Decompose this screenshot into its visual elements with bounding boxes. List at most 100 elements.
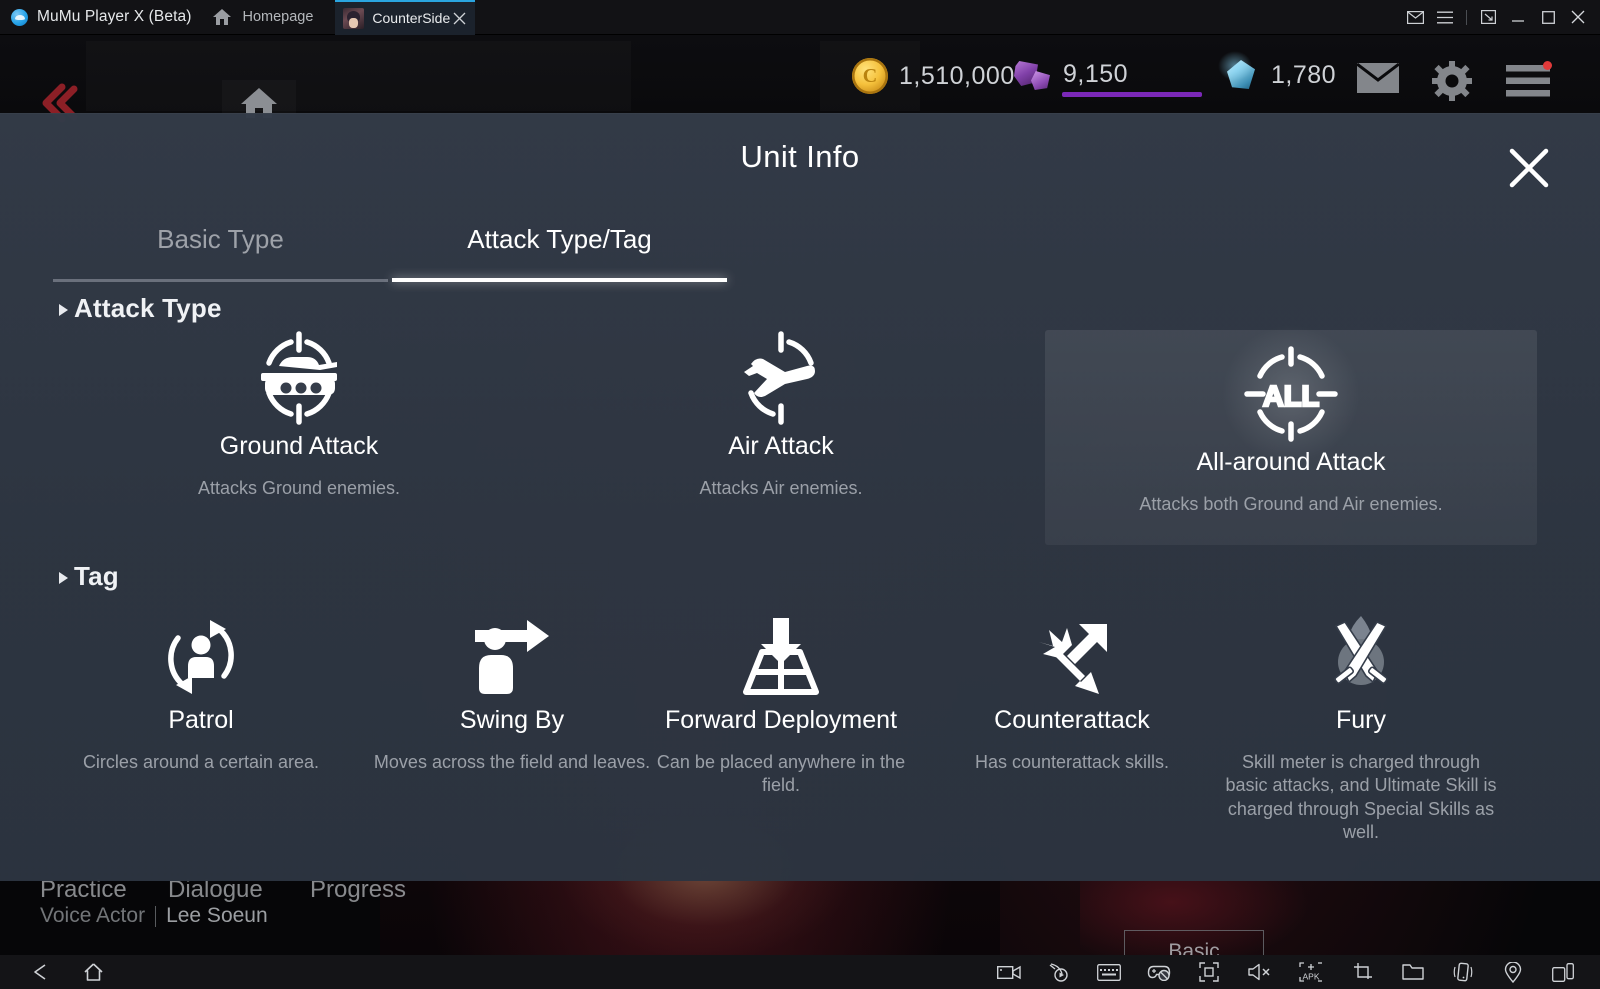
restore-window-icon[interactable] <box>1473 2 1503 32</box>
divider <box>155 905 157 927</box>
card-description: Attacks Air enemies. <box>699 478 863 498</box>
divider <box>1466 9 1467 25</box>
card-fury[interactable]: Fury Skill meter is charged through basi… <box>1225 614 1497 845</box>
nav-back-icon[interactable] <box>28 959 54 985</box>
card-swing-by[interactable]: Swing By Moves across the field and leav… <box>372 614 652 774</box>
caret-right-icon <box>59 304 68 316</box>
tab-attack-type-tag[interactable]: Attack Type/Tag <box>392 224 727 282</box>
voice-actor-label: Voice Actor <box>40 904 146 927</box>
tank-crosshair-icon <box>249 330 349 426</box>
tab-label: Basic Type <box>157 224 284 254</box>
card-forward-deployment[interactable]: Forward Deployment Can be placed anywher… <box>640 614 922 798</box>
notification-badge <box>1543 61 1552 70</box>
resource-ore[interactable]: 9,150 <box>1012 57 1128 91</box>
card-title: Counterattack <box>994 706 1150 734</box>
topbar-panel-left <box>86 41 631 111</box>
record-video-icon[interactable] <box>996 959 1022 985</box>
basic-button[interactable]: Basic <box>1124 930 1264 955</box>
card-air-attack[interactable]: Air Attack Attacks Air enemies. <box>642 330 920 500</box>
blue-gem-icon <box>1218 51 1260 93</box>
window-controls <box>1400 2 1600 32</box>
card-ground-attack[interactable]: Ground Attack Attacks Ground enemies. <box>160 330 438 500</box>
emulator-bottom-toolbar: APK <box>0 955 1600 989</box>
close-icon[interactable] <box>450 10 469 27</box>
card-description: Attacks both Ground and Air enemies. <box>1139 494 1443 514</box>
tab-label: CounterSide <box>372 10 451 26</box>
tab-label: Attack Type/Tag <box>467 224 652 254</box>
card-title: Patrol <box>168 706 234 734</box>
svg-text:APK: APK <box>1302 972 1319 982</box>
mail-icon[interactable] <box>1400 2 1430 32</box>
resource-gold[interactable]: 1,510,000 <box>852 58 1015 94</box>
card-description: Has counterattack skills. <box>974 752 1170 772</box>
game-viewport: Practice Dialogue Progress Voice Actor L… <box>0 35 1600 955</box>
all-crosshair-icon: ALL <box>1216 319 1366 469</box>
location-icon[interactable] <box>1500 959 1526 985</box>
shake-device-icon[interactable] <box>1450 959 1476 985</box>
ore-amount: 9,150 <box>1063 59 1129 88</box>
mute-icon[interactable] <box>1246 959 1272 985</box>
maximize-window-icon[interactable] <box>1533 2 1563 32</box>
section-title: Tag <box>74 561 119 591</box>
nav-home-icon[interactable] <box>80 959 106 985</box>
multi-instance-icon[interactable] <box>1550 959 1576 985</box>
crossed-arrows-impact-icon <box>1029 614 1115 700</box>
svg-text:ALL: ALL <box>1263 381 1319 413</box>
voice-actor-info: Voice Actor Lee Soeun <box>40 904 268 928</box>
fullscreen-icon[interactable] <box>1196 959 1222 985</box>
card-description: Skill meter is charged through basic att… <box>1225 752 1497 843</box>
resource-quartz[interactable]: 1,780 <box>1218 51 1337 93</box>
install-apk-icon[interactable]: APK <box>1296 959 1326 985</box>
mailbox-icon[interactable] <box>1357 63 1399 93</box>
page-title: Unit Info <box>740 139 860 174</box>
card-description: Moves across the field and leaves. <box>373 752 651 772</box>
emulator-titlebar: MuMu Player X (Beta) Homepage CounterSid… <box>0 0 1600 35</box>
card-patrol[interactable]: Patrol Circles around a certain area. <box>81 614 321 774</box>
app-thumbnail <box>343 7 365 29</box>
minimize-window-icon[interactable] <box>1503 2 1533 32</box>
app-root: MuMu Player X (Beta) Homepage CounterSid… <box>0 0 1600 989</box>
gold-amount: 1,510,000 <box>899 61 1015 90</box>
tab-underline <box>53 279 388 282</box>
tab-underline <box>392 278 727 282</box>
macro-record-icon[interactable] <box>1046 959 1072 985</box>
card-all-around-attack[interactable]: ALL All-around Attack Attacks both Groun… <box>1045 319 1537 545</box>
homepage-label[interactable]: Homepage <box>242 9 313 25</box>
homepage-home-icon[interactable] <box>211 6 233 28</box>
shared-folder-icon[interactable] <box>1400 959 1426 985</box>
ore-progress-bar <box>1062 92 1202 97</box>
mumu-logo-icon <box>11 8 28 26</box>
crossed-swords-flame-icon <box>1318 614 1404 700</box>
keyboard-mapping-icon[interactable] <box>1096 959 1122 985</box>
voice-actor-name: Lee Soeun <box>166 904 268 927</box>
card-title: Fury <box>1336 706 1386 734</box>
close-icon[interactable] <box>1508 147 1550 189</box>
caret-right-icon <box>59 572 68 584</box>
card-description: Can be placed anywhere in the field. <box>656 752 906 796</box>
game-topbar: 1,510,000 9,150 1,780 <box>0 35 1600 123</box>
airplane-crosshair-icon <box>731 330 831 426</box>
screenshot-crop-icon[interactable] <box>1350 959 1376 985</box>
section-title: Attack Type <box>74 293 222 323</box>
card-counterattack[interactable]: Counterattack Has counterattack skills. <box>950 614 1194 774</box>
gamepad-icon[interactable] <box>1146 959 1172 985</box>
arrow-down-platform-icon <box>738 614 824 700</box>
menu-icon[interactable] <box>1430 2 1460 32</box>
modal-tabs: Basic Type Attack Type/Tag <box>53 224 1547 282</box>
settings-gear-icon[interactable] <box>1432 61 1472 101</box>
section-tag-heading: Tag <box>59 561 119 592</box>
person-arrow-right-icon <box>469 614 555 700</box>
gold-coin-icon <box>852 58 888 94</box>
quartz-amount: 1,780 <box>1271 60 1337 89</box>
card-title: Forward Deployment <box>664 706 898 734</box>
card-description: Attacks Ground enemies. <box>197 478 401 498</box>
tab-counterside[interactable]: CounterSide <box>335 0 476 35</box>
section-attack-type-heading: Attack Type <box>59 293 222 324</box>
close-window-icon[interactable] <box>1563 2 1593 32</box>
card-title: Air Attack <box>728 432 834 460</box>
card-title: Ground Attack <box>219 432 379 460</box>
tab-basic-type[interactable]: Basic Type <box>53 224 388 282</box>
game-menu-icon[interactable] <box>1506 61 1552 99</box>
card-title: Swing By <box>459 706 565 734</box>
unit-info-modal: Unit Info Basic Type Attack Type/Tag Att… <box>0 113 1600 881</box>
